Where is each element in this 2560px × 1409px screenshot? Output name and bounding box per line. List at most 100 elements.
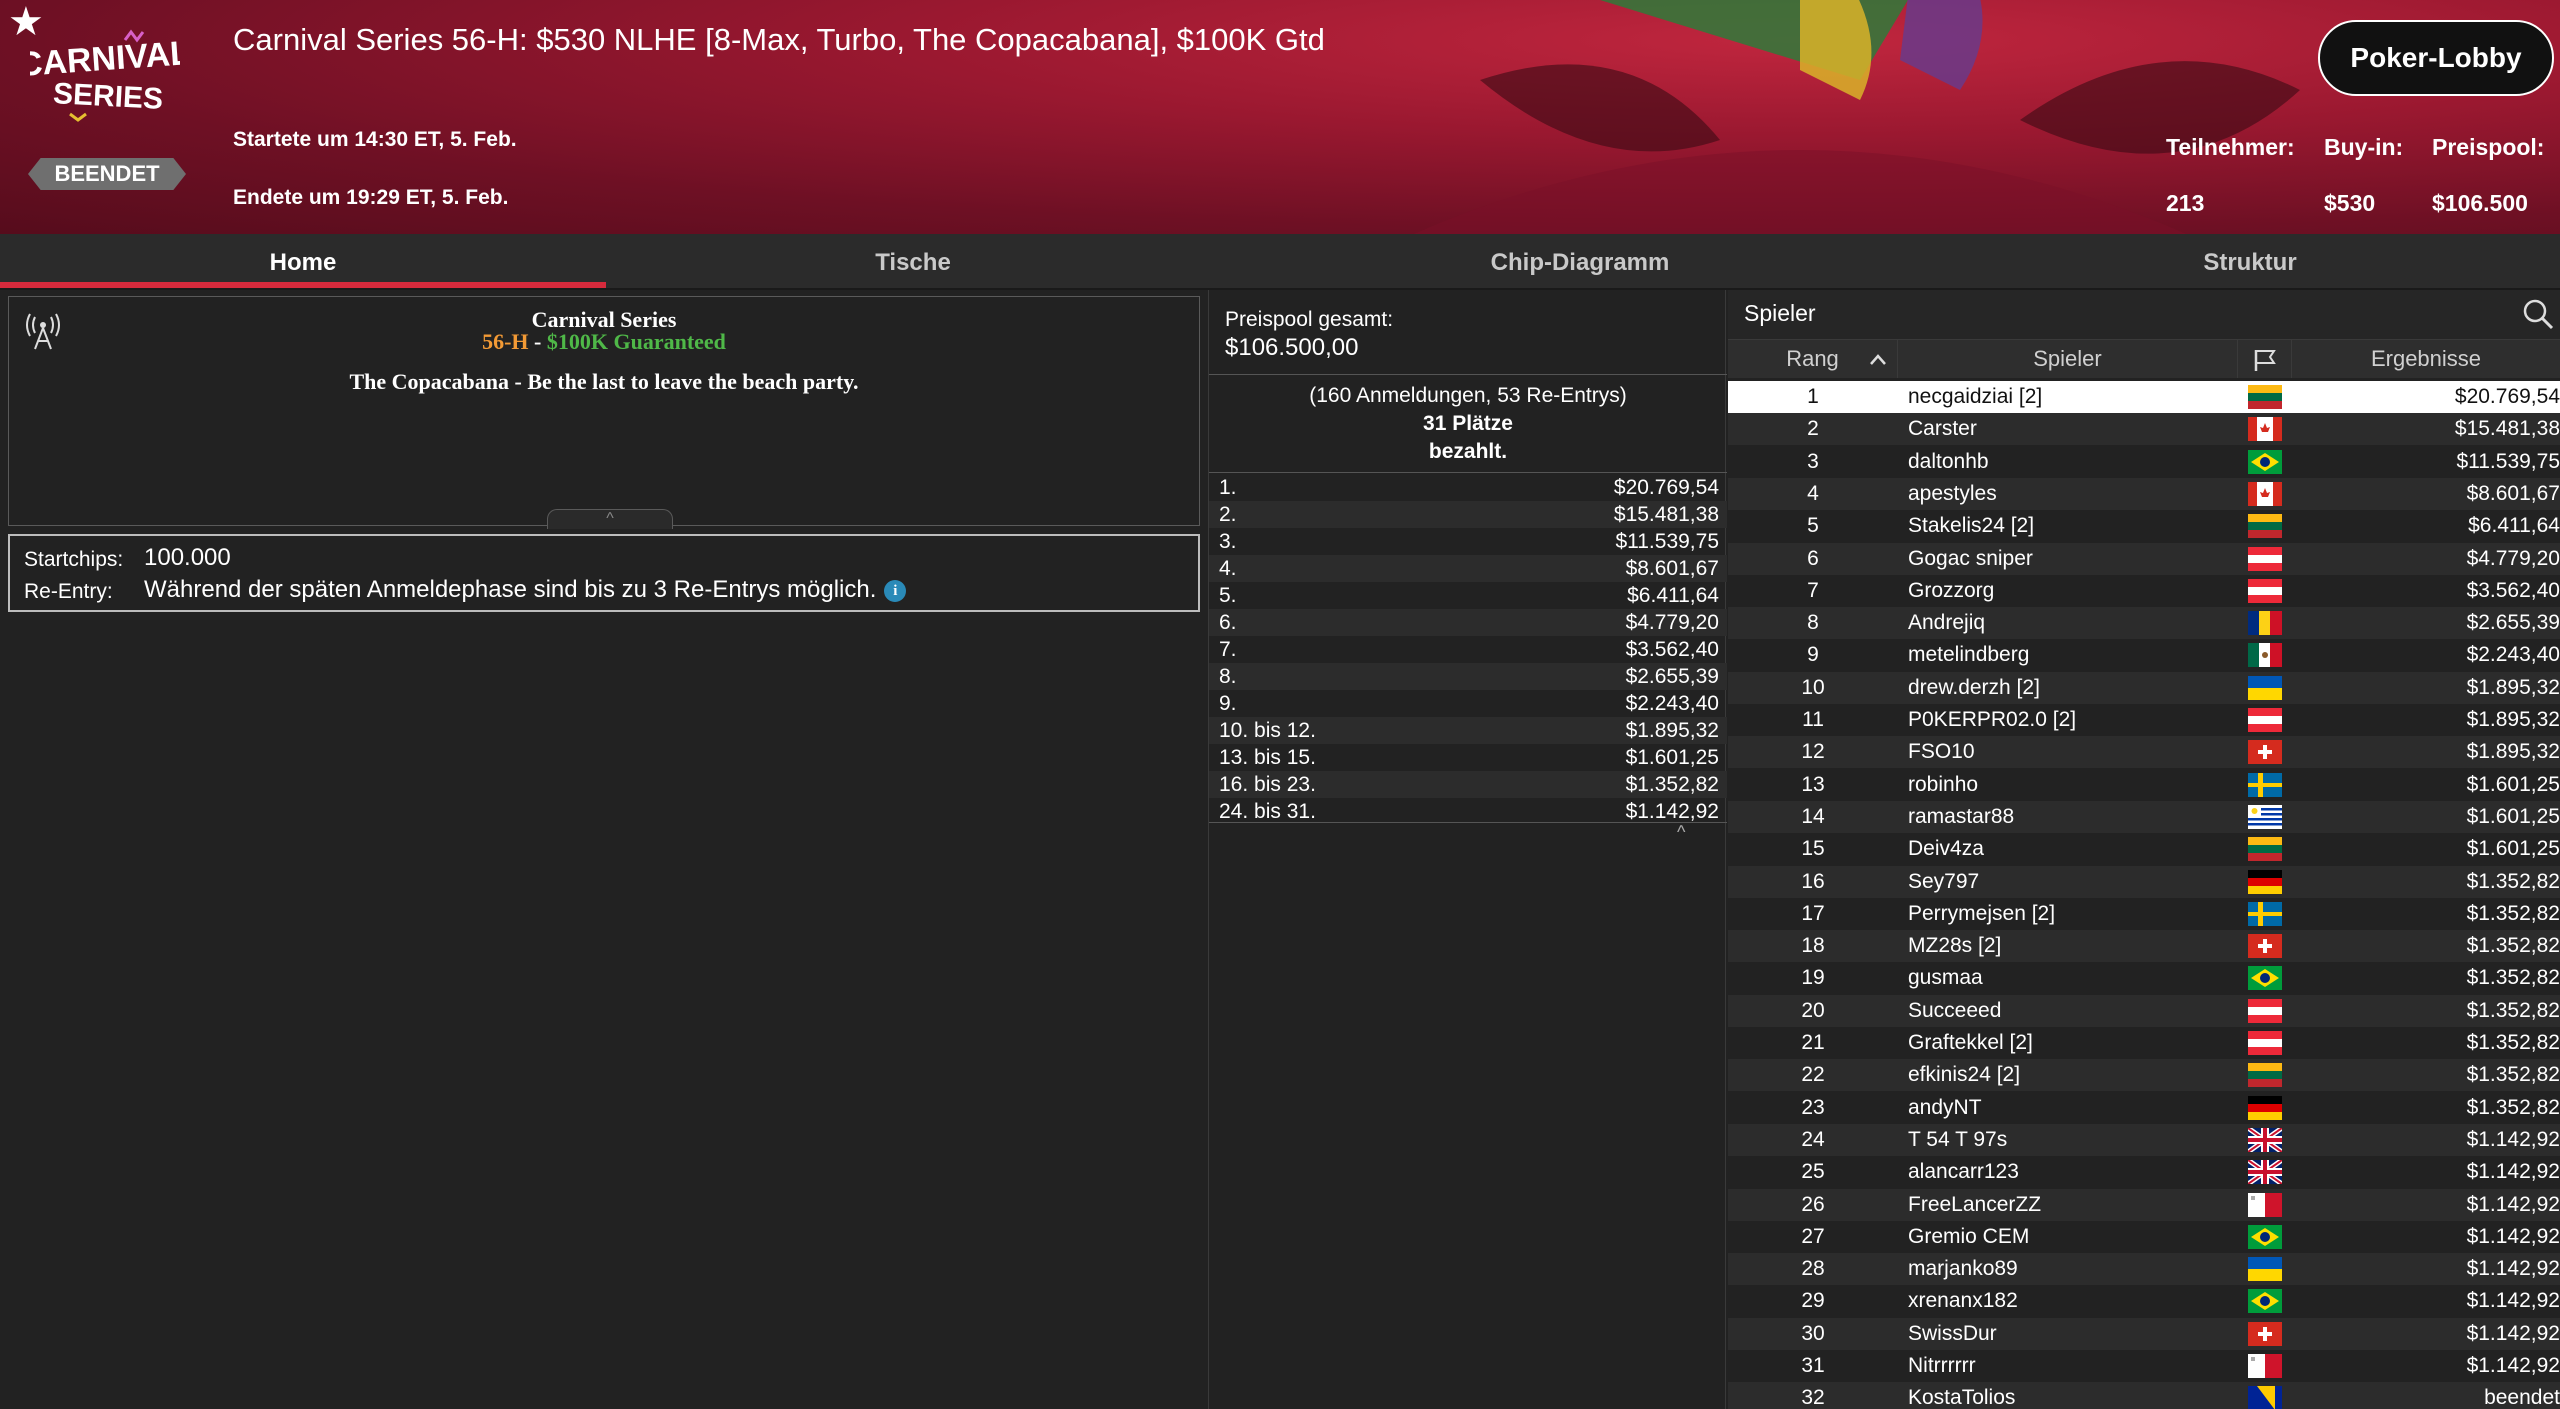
player-rank: 19 xyxy=(1801,966,1825,990)
player-row[interactable]: 28 marjanko89 $1.142,92 xyxy=(1728,1253,2560,1286)
player-row[interactable]: 29 xrenanx182 $1.142,92 xyxy=(1728,1285,2560,1317)
player-result: $6.411,64 xyxy=(2468,514,2560,538)
player-result: $1.352,82 xyxy=(2466,1063,2560,1087)
tournament-header: ★ CARNIVAL SERIES BEENDET Carnival Serie… xyxy=(0,0,2560,234)
buyin-value: $530 xyxy=(2324,190,2376,216)
player-row[interactable]: 20 Succeeed $1.352,82 xyxy=(1728,994,2560,1027)
player-result: $1.352,82 xyxy=(2466,1095,2560,1119)
column-header-player[interactable]: Spieler xyxy=(1898,340,2238,378)
player-row[interactable]: 13 robinho $1.601,25 xyxy=(1728,769,2560,801)
player-row[interactable]: 23 andyNT $1.352,82 xyxy=(1728,1092,2560,1124)
player-rank: 12 xyxy=(1801,740,1825,764)
player-rank: 11 xyxy=(1802,708,1824,731)
payout-amount: $8.601,67 xyxy=(1625,557,1719,580)
player-result: $1.352,82 xyxy=(2466,998,2560,1022)
tab-tables[interactable]: Tische xyxy=(606,234,1220,290)
player-row[interactable]: 9 metelindberg $2.243,40 xyxy=(1728,639,2560,671)
player-rank: 30 xyxy=(1801,1321,1825,1345)
player-row[interactable]: 16 Sey797 $1.352,82 xyxy=(1728,865,2560,898)
player-row[interactable]: 31 Nitrrrrrr $1.142,92 xyxy=(1728,1350,2560,1382)
player-row[interactable]: 2 Carster $15.481,38 xyxy=(1728,413,2560,446)
player-rank: 31 xyxy=(1801,1354,1825,1377)
player-name: alancarr123 xyxy=(1908,1160,2019,1184)
player-name: gusmaa xyxy=(1908,966,1983,990)
lithuania-flag-icon xyxy=(2248,837,2282,862)
player-row[interactable]: 7 Grozzorg $3.562,40 xyxy=(1728,575,2560,607)
austria-flag-icon xyxy=(2248,1031,2282,1055)
canada-flag-icon xyxy=(2248,417,2282,442)
buyin-label: Buy-in: xyxy=(2324,134,2404,160)
player-row[interactable]: 15 Deiv4za $1.601,25 xyxy=(1728,833,2560,865)
player-name: andyNT xyxy=(1908,1095,1982,1119)
info-icon[interactable]: i xyxy=(884,579,907,602)
player-rank: 26 xyxy=(1801,1192,1825,1216)
player-row[interactable]: 21 Graftekkel [2] $1.352,82 xyxy=(1728,1027,2560,1059)
player-row[interactable]: 14 ramastar88 $1.601,25 xyxy=(1728,800,2560,833)
player-name: SwissDur xyxy=(1908,1321,1997,1345)
sort-up-icon xyxy=(1870,354,1886,365)
player-result: $3.562,40 xyxy=(2466,578,2560,602)
player-rank: 32 xyxy=(1801,1386,1825,1409)
player-row[interactable]: 27 Gremio CEM $1.142,92 xyxy=(1728,1221,2560,1253)
payout-rank: 1. xyxy=(1219,476,1237,499)
player-result: $1.142,92 xyxy=(2466,1224,2560,1248)
payout-rank: 7. xyxy=(1219,638,1237,661)
column-header-results[interactable]: Ergebnisse xyxy=(2292,340,2560,378)
player-result: $1.142,92 xyxy=(2466,1321,2560,1345)
player-result: $1.352,82 xyxy=(2466,934,2560,958)
startchips-label: Startchips: xyxy=(24,548,124,571)
germany-flag-icon xyxy=(2248,869,2282,894)
payout-rank: 6. xyxy=(1219,611,1237,634)
brazil-flag-icon xyxy=(2248,1224,2282,1249)
payout-rank: 13. bis 15. xyxy=(1219,746,1316,769)
player-row[interactable]: 3 daltonhb $11.539,75 xyxy=(1728,446,2560,478)
tournament-title: Carnival Series 56-H: $530 NLHE [8-Max, … xyxy=(233,22,1325,57)
collapse-info-button[interactable]: ^ xyxy=(547,509,673,529)
player-row[interactable]: 24 T 54 T 97s $1.142,92 xyxy=(1728,1123,2560,1156)
search-icon[interactable] xyxy=(2520,296,2556,332)
player-row[interactable]: 10 drew.derzh [2] $1.895,32 xyxy=(1728,671,2560,704)
austria-flag-icon xyxy=(2248,708,2282,732)
malta-flag-icon xyxy=(2248,1192,2282,1217)
uk-flag-icon xyxy=(2248,1127,2282,1152)
poker-lobby-button[interactable]: Poker-Lobby xyxy=(2318,20,2554,96)
player-row[interactable]: 18 MZ28s [2] $1.352,82 xyxy=(1728,930,2560,963)
event-separator: - xyxy=(528,329,547,354)
tournament-info-box: Carnival Series 56-H - $100K Guaranteed … xyxy=(8,296,1200,529)
player-row[interactable]: 11 P0KERPR02.0 [2] $1.895,32 xyxy=(1728,704,2560,736)
player-name: daltonhb xyxy=(1908,449,1989,473)
tab-structure[interactable]: Struktur xyxy=(1940,234,2560,290)
collapse-payouts-button[interactable]: ^ xyxy=(1677,822,1685,843)
player-name: Gogac sniper xyxy=(1908,546,2033,570)
player-row[interactable]: 25 alancarr123 $1.142,92 xyxy=(1728,1156,2560,1188)
player-row[interactable]: 30 SwissDur $1.142,92 xyxy=(1728,1317,2560,1350)
column-header-flag[interactable] xyxy=(2238,340,2292,378)
player-result: $1.895,32 xyxy=(2466,708,2560,731)
player-row[interactable]: 26 FreeLancerZZ $1.142,92 xyxy=(1728,1188,2560,1221)
flag-icon xyxy=(2254,350,2276,371)
player-rank: 18 xyxy=(1801,934,1825,958)
column-header-rank[interactable]: Rang xyxy=(1728,340,1898,378)
player-row[interactable]: 1 necgaidziai [2] $20.769,54 xyxy=(1728,381,2560,413)
player-row[interactable]: 4 apestyles $8.601,67 xyxy=(1728,477,2560,510)
ukraine-flag-icon xyxy=(2248,1257,2282,1282)
player-row[interactable]: 6 Gogac sniper $4.779,20 xyxy=(1728,542,2560,575)
player-result: $1.601,25 xyxy=(2466,804,2560,828)
player-rank: 20 xyxy=(1801,998,1825,1022)
player-row[interactable]: 5 Stakelis24 [2] $6.411,64 xyxy=(1728,510,2560,542)
payout-amount: $1.352,82 xyxy=(1625,773,1719,796)
player-row[interactable]: 22 efkinis24 [2] $1.352,82 xyxy=(1728,1059,2560,1092)
player-row[interactable]: 12 FSO10 $1.895,32 xyxy=(1728,736,2560,769)
tab-chip-chart[interactable]: Chip-Diagramm xyxy=(1220,234,1940,290)
players-search-bar[interactable]: Spieler xyxy=(1728,290,2560,340)
player-rank: 13 xyxy=(1801,772,1825,796)
player-row[interactable]: 17 Perrymejsen [2] $1.352,82 xyxy=(1728,898,2560,930)
austria-flag-icon xyxy=(2248,578,2282,603)
svg-text:CARNIVAL: CARNIVAL xyxy=(30,34,180,84)
player-row[interactable]: 32 KostaTolios beendet xyxy=(1728,1382,2560,1409)
player-rank: 7 xyxy=(1807,578,1819,602)
player-name: T 54 T 97s xyxy=(1908,1127,2008,1151)
austria-flag-icon xyxy=(2248,998,2282,1023)
player-row[interactable]: 8 Andrejiq $2.655,39 xyxy=(1728,607,2560,640)
player-row[interactable]: 19 gusmaa $1.352,82 xyxy=(1728,962,2560,994)
